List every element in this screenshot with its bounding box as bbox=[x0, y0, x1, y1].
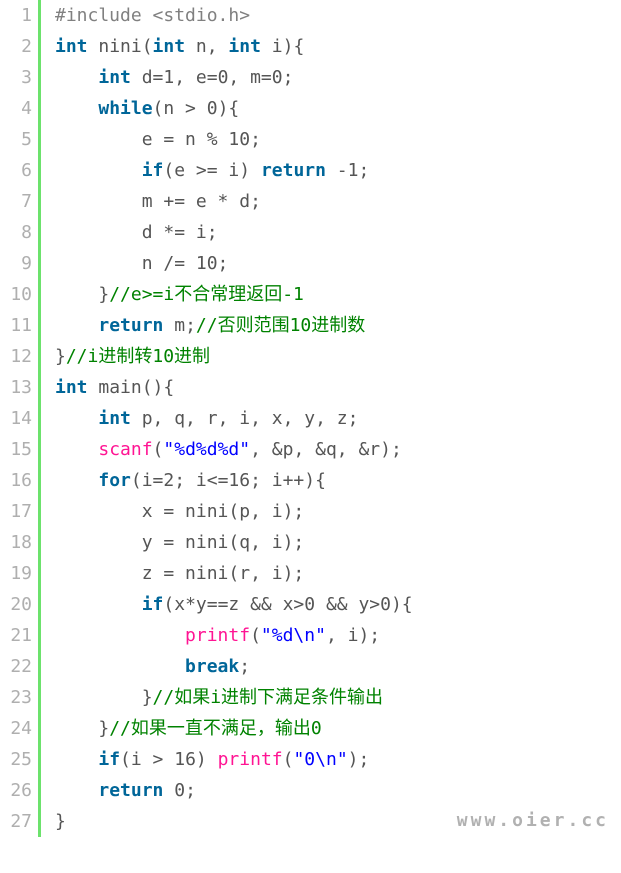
code-line: break; bbox=[55, 651, 621, 682]
code-line: d *= i; bbox=[55, 217, 621, 248]
line-number: 26 bbox=[0, 775, 32, 806]
code-snippet: 1234567891011121314151617181920212223242… bbox=[0, 0, 621, 837]
line-number: 19 bbox=[0, 558, 32, 589]
line-number: 17 bbox=[0, 496, 32, 527]
code-line: return m;//否则范围10进制数 bbox=[55, 310, 621, 341]
code-line: int main(){ bbox=[55, 372, 621, 403]
code-line: }//如果i进制下满足条件输出 bbox=[55, 682, 621, 713]
code-line: while(n > 0){ bbox=[55, 93, 621, 124]
line-number: 27 bbox=[0, 806, 32, 837]
line-number: 1 bbox=[0, 0, 32, 31]
code-line: y = nini(q, i); bbox=[55, 527, 621, 558]
code-line: int nini(int n, int i){ bbox=[55, 31, 621, 62]
code-line: int p, q, r, i, x, y, z; bbox=[55, 403, 621, 434]
line-number: 23 bbox=[0, 682, 32, 713]
line-number: 25 bbox=[0, 744, 32, 775]
line-number: 9 bbox=[0, 248, 32, 279]
code-line: if(x*y==z && x>0 && y>0){ bbox=[55, 589, 621, 620]
code-line: n /= 10; bbox=[55, 248, 621, 279]
line-number: 14 bbox=[0, 403, 32, 434]
line-number: 2 bbox=[0, 31, 32, 62]
code-line: printf("%d\n", i); bbox=[55, 620, 621, 651]
watermark: www.oier.cc bbox=[457, 810, 609, 831]
line-number: 13 bbox=[0, 372, 32, 403]
line-number: 8 bbox=[0, 217, 32, 248]
code-line: }//i进制转10进制 bbox=[55, 341, 621, 372]
code-line: for(i=2; i<=16; i++){ bbox=[55, 465, 621, 496]
line-number: 15 bbox=[0, 434, 32, 465]
line-number-gutter: 1234567891011121314151617181920212223242… bbox=[0, 0, 38, 837]
line-number: 22 bbox=[0, 651, 32, 682]
line-number: 21 bbox=[0, 620, 32, 651]
code-line: }//e>=i不合常理返回-1 bbox=[55, 279, 621, 310]
code-line: }//如果一直不满足，输出0 bbox=[55, 713, 621, 744]
code-line: e = n % 10; bbox=[55, 124, 621, 155]
line-number: 5 bbox=[0, 124, 32, 155]
code-line: int d=1, e=0, m=0; bbox=[55, 62, 621, 93]
line-number: 24 bbox=[0, 713, 32, 744]
code-line: scanf("%d%d%d", &p, &q, &r); bbox=[55, 434, 621, 465]
code-line: if(i > 16) printf("0\n"); bbox=[55, 744, 621, 775]
code-line: #include <stdio.h> bbox=[55, 0, 621, 31]
line-number: 7 bbox=[0, 186, 32, 217]
code-area: #include <stdio.h>int nini(int n, int i)… bbox=[41, 0, 621, 837]
code-line: z = nini(r, i); bbox=[55, 558, 621, 589]
line-number: 3 bbox=[0, 62, 32, 93]
code-line: x = nini(p, i); bbox=[55, 496, 621, 527]
line-number: 12 bbox=[0, 341, 32, 372]
line-number: 18 bbox=[0, 527, 32, 558]
line-number: 20 bbox=[0, 589, 32, 620]
line-number: 10 bbox=[0, 279, 32, 310]
line-number: 6 bbox=[0, 155, 32, 186]
line-number: 11 bbox=[0, 310, 32, 341]
line-number: 4 bbox=[0, 93, 32, 124]
code-line: if(e >= i) return -1; bbox=[55, 155, 621, 186]
code-line: m += e * d; bbox=[55, 186, 621, 217]
code-line: return 0; bbox=[55, 775, 621, 806]
line-number: 16 bbox=[0, 465, 32, 496]
